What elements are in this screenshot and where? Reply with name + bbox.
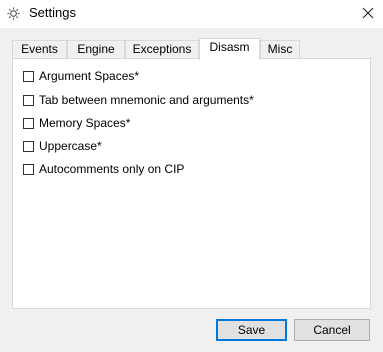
option-label: Argument Spaces* (39, 69, 140, 83)
option-autocomments[interactable]: Autocomments only on CIP (23, 161, 184, 177)
title-bar: Settings (0, 0, 383, 28)
option-label: Uppercase* (39, 139, 102, 153)
gear-icon (6, 6, 21, 21)
option-label: Memory Spaces* (39, 116, 131, 130)
option-label: Autocomments only on CIP (39, 162, 185, 176)
save-button[interactable]: Save (216, 319, 287, 341)
tab-exceptions[interactable]: Exceptions (125, 40, 199, 59)
option-memory-spaces[interactable]: Memory Spaces* (23, 115, 130, 131)
tab-engine[interactable]: Engine (67, 40, 125, 59)
autocomments-checkbox[interactable] (23, 163, 34, 175)
argument-spaces-checkbox[interactable] (23, 70, 34, 82)
tab-strip: Events Engine Exceptions Disasm Misc (12, 38, 372, 60)
option-argument-spaces[interactable]: Argument Spaces* (23, 68, 139, 84)
tab-between-mnemonic-checkbox[interactable] (23, 94, 34, 106)
tab-disasm[interactable]: Disasm (199, 38, 260, 60)
option-label: Tab between mnemonic and arguments* (39, 93, 254, 107)
uppercase-checkbox[interactable] (23, 140, 34, 152)
option-tab-between-mnemonic[interactable]: Tab between mnemonic and arguments* (23, 92, 254, 108)
close-icon (362, 7, 374, 22)
tab-events[interactable]: Events (12, 40, 67, 59)
memory-spaces-checkbox[interactable] (23, 117, 34, 129)
close-button[interactable] (353, 0, 383, 28)
tab-misc[interactable]: Misc (260, 40, 300, 59)
disasm-panel: Argument Spaces* Tab between mnemonic an… (12, 58, 371, 309)
window-title: Settings (29, 5, 76, 20)
cancel-button[interactable]: Cancel (294, 319, 370, 341)
option-uppercase[interactable]: Uppercase* (23, 138, 102, 154)
